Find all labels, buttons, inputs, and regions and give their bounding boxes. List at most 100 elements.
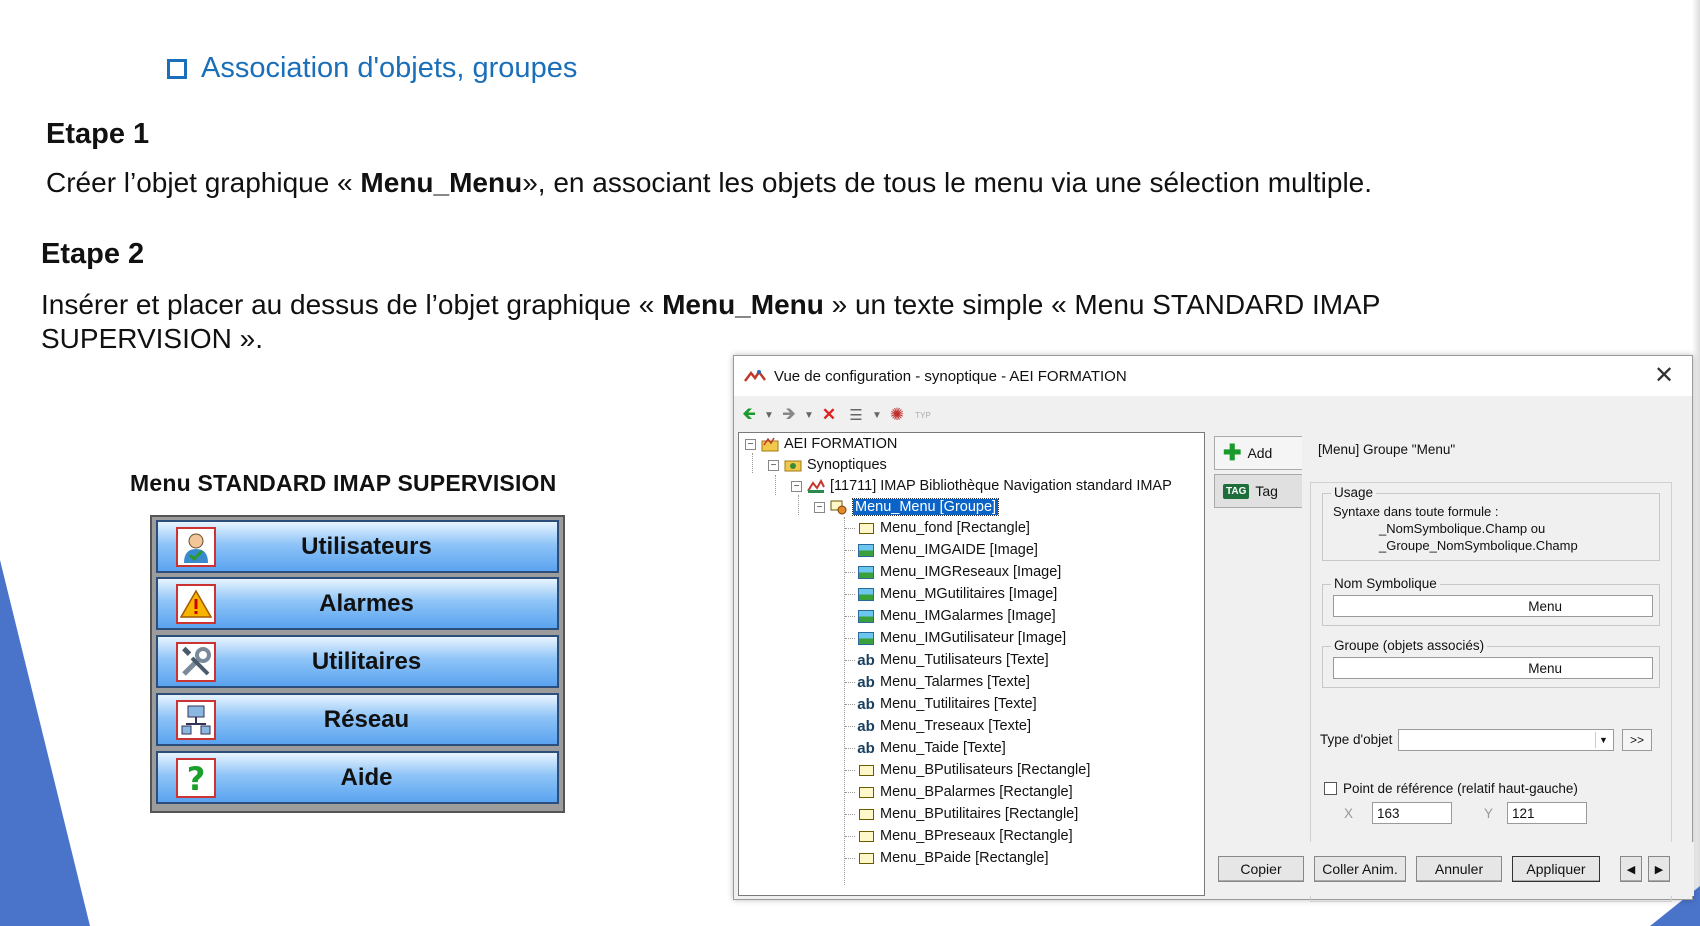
etape1-title: Etape 1 [46, 118, 150, 150]
tree-node-child[interactable]: Menu_BPalarmes [Rectangle] [857, 781, 1073, 803]
menu-button-label: Utilisateurs [301, 532, 432, 560]
menu-button-label: Aide [340, 763, 393, 791]
image-icon [857, 609, 875, 623]
groupe-group: Groupe (objets associés) Menu [1322, 638, 1660, 688]
user-icon [176, 526, 216, 567]
animation-icon[interactable]: ✺ [886, 403, 908, 427]
back-dropdown-icon[interactable]: ▼ [764, 403, 774, 427]
x-label: X [1344, 806, 1354, 821]
slide-decoration-left [0, 560, 90, 926]
synoptic-icon [807, 479, 825, 493]
image-icon [857, 565, 875, 579]
tag-tab[interactable]: TAG Tag [1214, 474, 1304, 508]
tree-node-child[interactable]: Menu_BPutilisateurs [Rectangle] [857, 759, 1090, 781]
rectangle-icon [857, 807, 875, 821]
delete-icon[interactable]: ✕ [818, 403, 840, 427]
text-icon: ab [857, 717, 875, 735]
tree-node-synoptiques[interactable]: − Synoptiques [768, 454, 887, 476]
tree-node-child[interactable]: Menu_fond [Rectangle] [857, 517, 1030, 539]
next-icon[interactable]: ▶ [1648, 856, 1670, 882]
tools-icon [176, 641, 216, 682]
properties-panel: [Menu] Groupe "Menu" Usage Syntaxe dans … [1302, 432, 1688, 902]
warning-icon [176, 583, 216, 624]
tree-node-child[interactable]: Menu_BPaide [Rectangle] [857, 847, 1048, 869]
reference-point-row: Point de référence (relatif haut-gauche) [1324, 781, 1578, 796]
menu-title: Menu STANDARD IMAP SUPERVISION [130, 470, 557, 496]
groupe-input[interactable]: Menu [1333, 657, 1653, 679]
menu-button-aide[interactable]: ? Aide [156, 751, 559, 804]
tree-node-child[interactable]: Menu_IMGAIDE [Image] [857, 539, 1038, 561]
back-arrow-icon[interactable]: 🡸 [738, 403, 760, 427]
section-title: Association d'objets, groupes [201, 52, 578, 84]
etape2-text: Insérer et placer au dessus de l’objet g… [41, 289, 1381, 354]
appliquer-button[interactable]: Appliquer [1512, 856, 1600, 882]
forward-dropdown-icon[interactable]: ▼ [804, 403, 814, 427]
bottom-button-bar: Copier Coller Anim. Annuler Appliquer ◀ … [1210, 842, 1694, 896]
tree-toolbar: 🡸 ▼ 🡺 ▼ ✕ ☰ ▼ ✺ TYP [738, 400, 1070, 430]
tree-node-child[interactable]: Menu_IMGalarmes [Image] [857, 605, 1056, 627]
type-filter-icon[interactable]: TYP [912, 403, 934, 427]
collapse-icon[interactable]: − [768, 459, 779, 471]
image-icon [857, 543, 875, 557]
menu-button-utilisateurs[interactable]: Utilisateurs [156, 520, 559, 573]
menu-button-reseau[interactable]: Réseau [156, 693, 559, 746]
add-tab[interactable]: ✚ Add [1214, 436, 1304, 470]
y-label: Y [1484, 806, 1494, 821]
window-titlebar: Vue de configuration - synoptique - AEI … [734, 356, 1692, 396]
collapse-icon[interactable]: − [745, 438, 756, 450]
type-objet-label: Type d'objet [1320, 732, 1393, 747]
collapse-icon[interactable]: − [791, 480, 802, 492]
prev-icon[interactable]: ◀ [1620, 856, 1642, 882]
tree-node-child[interactable]: ab Menu_Taide [Texte] [857, 737, 1006, 759]
tree-node-child[interactable]: Menu_IMGutilisateur [Image] [857, 627, 1066, 649]
usage-group: Usage Syntaxe dans toute formule : _NomS… [1322, 485, 1660, 561]
tree-node-root[interactable]: − AEI FORMATION [745, 433, 897, 455]
copier-button[interactable]: Copier [1218, 856, 1304, 882]
group-icon [830, 500, 848, 514]
tree-node-child[interactable]: ab Menu_Tutilitaires [Texte] [857, 693, 1036, 715]
object-tree[interactable]: − AEI FORMATION − Synoptiques − [11711] … [738, 432, 1205, 896]
rectangle-icon [857, 521, 875, 535]
tree-node-child[interactable]: Menu_BPreseaux [Rectangle] [857, 825, 1073, 847]
network-icon [176, 699, 216, 740]
side-tabs: ✚ Add TAG Tag [1210, 432, 1304, 896]
window-title: Vue de configuration - synoptique - AEI … [774, 367, 1127, 385]
reference-point-checkbox[interactable] [1324, 782, 1337, 795]
coller-anim-button[interactable]: Coller Anim. [1314, 856, 1406, 882]
list-view-icon[interactable]: ☰ [844, 403, 868, 427]
tree-node-child[interactable]: Menu_BPutilitaires [Rectangle] [857, 803, 1078, 825]
etape1-text: Créer l’objet graphique « Menu_Menu», en… [46, 167, 1373, 198]
text-icon: ab [857, 651, 875, 669]
nom-symbolique-group: Nom Symbolique Menu [1322, 576, 1660, 626]
annuler-button[interactable]: Annuler [1416, 856, 1502, 882]
rectangle-icon [857, 851, 875, 865]
close-icon[interactable]: ✕ [1650, 362, 1678, 390]
collapse-icon[interactable]: − [814, 501, 825, 513]
list-dropdown-icon[interactable]: ▼ [872, 403, 882, 427]
tree-node-child[interactable]: ab Menu_Talarmes [Texte] [857, 671, 1030, 693]
tree-node-library[interactable]: − [11711] IMAP Bibliothèque Navigation s… [791, 475, 1172, 497]
rectangle-icon [857, 763, 875, 777]
type-objet-select[interactable]: ▼ [1398, 729, 1614, 751]
menu-button-label: Utilitaires [311, 647, 422, 675]
folder-icon [784, 458, 802, 472]
rectangle-icon [857, 785, 875, 799]
tree-node-child[interactable]: Menu_IMGReseaux [Image] [857, 561, 1061, 583]
menu-button-label: Réseau [323, 705, 410, 733]
forward-arrow-icon[interactable]: 🡺 [778, 403, 800, 427]
menu-button-utilitaires[interactable]: Utilitaires [156, 635, 559, 688]
panel-header: [Menu] Groupe "Menu" [1318, 442, 1456, 457]
tree-node-child[interactable]: Menu_MGutilitaires [Image] [857, 583, 1057, 605]
etape2-title: Etape 2 [41, 238, 145, 270]
x-input[interactable]: 163 [1372, 802, 1452, 824]
type-more-button[interactable]: >> [1622, 729, 1652, 751]
tree-node-child[interactable]: ab Menu_Treseaux [Texte] [857, 715, 1031, 737]
y-input[interactable]: 121 [1507, 802, 1587, 824]
menu-button-alarmes[interactable]: Alarmes [156, 577, 559, 630]
slide-decoration-right-edge [1692, 0, 1700, 926]
tree-node-group[interactable]: − Menu_Menu [Groupe] [814, 496, 1000, 518]
tree-node-child[interactable]: ab Menu_Tutilisateurs [Texte] [857, 649, 1048, 671]
section-bullet: Association d'objets, groupes [167, 52, 577, 85]
app-logo-icon [744, 370, 766, 382]
nom-symbolique-input[interactable]: Menu [1333, 595, 1653, 617]
